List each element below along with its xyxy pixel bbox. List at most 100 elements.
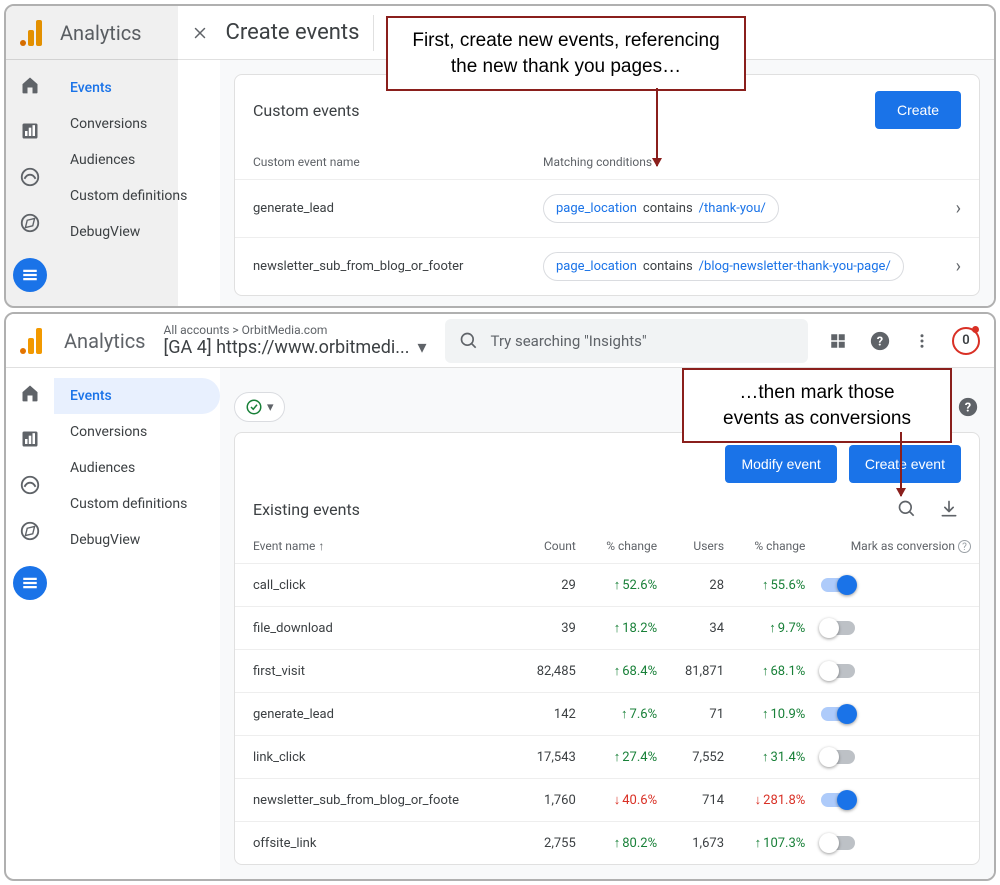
advertising-icon[interactable] [19, 212, 41, 234]
chevron-down-icon: ▾ [267, 400, 274, 415]
reports-icon[interactable] [19, 120, 41, 142]
chevron-down-icon: ▾ [418, 337, 427, 358]
users-change: ↑9.7% [732, 607, 813, 650]
conversion-toggle[interactable] [821, 578, 855, 592]
event-name[interactable]: generate_lead [235, 693, 517, 736]
sidebar-item-audiences[interactable]: Audiences [54, 450, 220, 486]
custom-event-row[interactable]: newsletter_sub_from_blog_or_footerpage_l… [235, 237, 979, 295]
sidebar-item-audiences[interactable]: Audiences [54, 142, 220, 178]
analytics-logo-icon [20, 20, 46, 46]
sidebar-item-custom-definitions[interactable]: Custom definitions [54, 486, 220, 522]
users-change: ↑68.1% [732, 650, 813, 693]
table-row: newsletter_sub_from_blog_or_foote1,760↓4… [235, 779, 979, 822]
col-header: % change [732, 529, 813, 564]
sidebar-item-conversions[interactable]: Conversions [54, 414, 220, 450]
svg-text:?: ? [965, 401, 971, 416]
sidebar-item-debugview[interactable]: DebugView [54, 522, 220, 558]
users-change: ↑55.6% [732, 564, 813, 607]
count-change: ↓40.6% [584, 779, 665, 822]
table-row: call_click29↑52.6%28↑55.6% [235, 564, 979, 607]
annotation-callout-1: First, create new events, referencing th… [386, 16, 746, 91]
modify-event-button[interactable]: Modify event [725, 445, 836, 483]
event-name[interactable]: file_download [235, 607, 517, 650]
table-row: offsite_link2,755↑80.2%1,673↑107.3% [235, 822, 979, 865]
create-button[interactable]: Create [875, 91, 961, 129]
sidebar-item-events[interactable]: Events [54, 70, 220, 106]
event-name[interactable]: offsite_link [235, 822, 517, 865]
conversion-toggle[interactable] [821, 621, 855, 635]
condition-chip: page_locationcontains/thank-you/ [543, 194, 779, 223]
chevron-right-icon: › [956, 198, 961, 219]
search-input[interactable]: Try searching "Insights" [445, 319, 808, 363]
event-name[interactable]: newsletter_sub_from_blog_or_foote [235, 779, 517, 822]
help-small-icon[interactable]: ? [958, 540, 971, 553]
users-change: ↑31.4% [732, 736, 813, 779]
check-circle-icon [245, 398, 263, 416]
count: 17,543 [517, 736, 584, 779]
count-change: ↑7.6% [584, 693, 665, 736]
col-header: Mark as conversion ? [813, 529, 979, 564]
count: 29 [517, 564, 584, 607]
events-table: Event name ↑Count% changeUsers% changeMa… [235, 529, 979, 864]
account-breadcrumb[interactable]: All accounts > OrbitMedia.com [164, 323, 427, 337]
search-placeholder: Try searching "Insights" [491, 332, 647, 350]
table-row: first_visit82,485↑68.4%81,871↑68.1% [235, 650, 979, 693]
event-name[interactable]: link_click [235, 736, 517, 779]
section-title: Existing events [253, 500, 360, 519]
explore-icon[interactable] [19, 166, 41, 188]
sidebar-item-debugview[interactable]: DebugView [54, 214, 220, 250]
count-change: ↑18.2% [584, 607, 665, 650]
conversion-toggle[interactable] [821, 750, 855, 764]
count: 82,485 [517, 650, 584, 693]
left-rail [6, 368, 54, 879]
custom-event-row[interactable]: generate_leadpage_locationcontains/thank… [235, 179, 979, 237]
apps-icon[interactable] [826, 329, 850, 353]
users: 28 [665, 564, 732, 607]
annotation-callout-2: …then mark those events as conversions [682, 368, 952, 443]
property-selector[interactable]: [GA 4] https://www.orbitmedi... ▾ [164, 337, 427, 358]
explore-icon[interactable] [19, 474, 41, 496]
count-change: ↑80.2% [584, 822, 665, 865]
create-event-button[interactable]: Create event [849, 445, 961, 483]
configure-icon[interactable] [13, 258, 47, 292]
annotation-arrow-1 [656, 88, 658, 166]
sidebar: EventsConversionsAudiencesCustom definit… [54, 60, 220, 308]
help-icon[interactable]: ? [956, 395, 980, 419]
conversion-toggle[interactable] [821, 664, 855, 678]
configure-icon[interactable] [13, 566, 47, 600]
search-icon[interactable] [895, 497, 919, 521]
event-name[interactable]: first_visit [235, 650, 517, 693]
advertising-icon[interactable] [19, 520, 41, 542]
sidebar-item-events[interactable]: Events [54, 378, 220, 414]
download-icon[interactable] [937, 497, 961, 521]
brand: Analytics [60, 21, 142, 45]
condition-chip: page_locationcontains/blog-newsletter-th… [543, 252, 904, 281]
close-icon[interactable] [188, 21, 212, 45]
conversion-toggle[interactable] [821, 707, 855, 721]
brand: Analytics [64, 329, 146, 353]
home-icon[interactable] [19, 382, 41, 404]
count: 142 [517, 693, 584, 736]
count-change: ↑52.6% [584, 564, 665, 607]
section-title: Custom events [253, 101, 360, 120]
col-custom-event-name: Custom event name [235, 145, 525, 179]
sidebar-item-conversions[interactable]: Conversions [54, 106, 220, 142]
status-filter[interactable]: ▾ [234, 392, 285, 422]
col-header: Count [517, 529, 584, 564]
sidebar-item-custom-definitions[interactable]: Custom definitions [54, 178, 220, 214]
conversion-toggle[interactable] [821, 836, 855, 850]
svg-text:?: ? [877, 334, 883, 349]
users: 81,871 [665, 650, 732, 693]
col-header[interactable]: Event name ↑ [235, 529, 517, 564]
col-header: Users [665, 529, 732, 564]
reports-icon[interactable] [19, 428, 41, 450]
annotation-arrow-2 [900, 432, 902, 496]
event-name[interactable]: call_click [235, 564, 517, 607]
home-icon[interactable] [19, 74, 41, 96]
analytics-logo-icon [20, 328, 46, 354]
count: 2,755 [517, 822, 584, 865]
more-icon[interactable] [910, 329, 934, 353]
notifications-badge[interactable]: 0 [952, 327, 980, 355]
help-icon[interactable]: ? [868, 329, 892, 353]
conversion-toggle[interactable] [821, 793, 855, 807]
